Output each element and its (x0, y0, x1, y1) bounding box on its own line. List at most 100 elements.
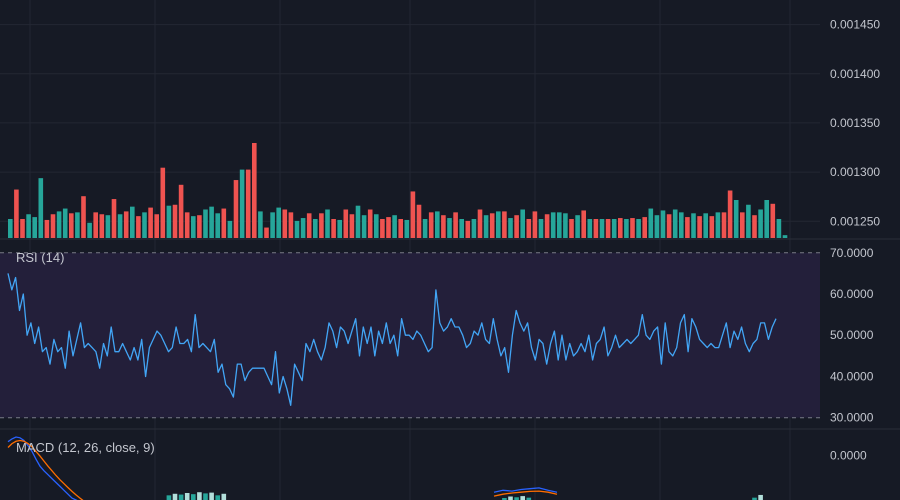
volume-bar (477, 209, 483, 238)
volume-bar (575, 215, 580, 238)
rsi-pane[interactable] (0, 252, 820, 419)
volume-bar (20, 219, 25, 238)
macd-histogram-bar (178, 494, 184, 500)
volume-bar (526, 219, 532, 238)
macd-axis[interactable]: 0.0000 (830, 448, 867, 462)
volume-bar (435, 211, 440, 238)
volume-bar (721, 212, 727, 238)
macd-histogram-bar (203, 493, 208, 500)
volume-bar (32, 217, 37, 238)
volume-bar (380, 219, 385, 238)
macd-indicator-label[interactable]: MACD (12, 26, close, 9) (16, 440, 155, 455)
volume-bar (154, 214, 159, 238)
volume-bar (770, 203, 776, 238)
volume-bar (300, 218, 306, 238)
volume-bar (581, 210, 586, 238)
volume-bar (349, 214, 355, 238)
volume-bar (62, 208, 68, 238)
volume-bar (337, 219, 342, 238)
macd-histogram-bar (221, 493, 227, 500)
volume-bar (599, 219, 605, 238)
volume-bar (142, 212, 147, 238)
volume-bar (520, 209, 525, 238)
volume-bar (453, 212, 458, 238)
volume-bar (87, 222, 92, 238)
volume-bar (392, 215, 397, 238)
volume-bar (386, 217, 391, 238)
volume-bar (75, 212, 80, 238)
volume-bar (672, 209, 678, 238)
volume-bar (166, 205, 172, 238)
volume-bar (648, 208, 654, 238)
volume-bar (709, 216, 715, 238)
volume-bar (398, 219, 403, 238)
volume-bar (605, 219, 611, 238)
volume-bar (288, 212, 294, 238)
volume-bar (740, 212, 745, 238)
volume-bar (306, 213, 312, 238)
volume-bar (666, 214, 672, 238)
rsi-axis-label: 70.0000 (830, 246, 874, 260)
volume-bar (563, 213, 568, 238)
volume-bar (227, 220, 233, 238)
volume-bar (252, 143, 257, 238)
volume-bars[interactable] (8, 143, 788, 238)
volume-bar (38, 178, 44, 238)
volume-bar (264, 227, 269, 238)
volume-bar (93, 212, 98, 238)
volume-bar (111, 199, 117, 238)
volume-bar (691, 213, 696, 238)
volume-bar (81, 196, 86, 238)
volume-bar (355, 205, 361, 238)
volume-bar (319, 213, 324, 238)
volume-bar (660, 210, 666, 238)
volume-bar (447, 218, 452, 238)
macd-signal-segment (493, 490, 558, 497)
volume-bar (428, 212, 434, 238)
volume-bar (544, 214, 550, 238)
volume-bar (258, 211, 263, 238)
volume-bar (123, 211, 129, 238)
volume-bar (764, 200, 769, 238)
volume-bar (245, 169, 251, 238)
grid-lines (0, 0, 900, 500)
volume-bar (105, 215, 111, 238)
volume-bar (215, 213, 220, 238)
volume-bar (569, 219, 574, 238)
volume-bar (441, 215, 446, 238)
price-axis-label: 0.001450 (830, 18, 880, 32)
volume-bar (630, 218, 635, 238)
macd-histogram-bar (209, 492, 214, 500)
price-axis[interactable]: 0.001450 0.001400 0.001350 0.001300 0.001250 (830, 18, 880, 229)
volume-bar (270, 212, 275, 238)
volume-bar (496, 211, 501, 238)
rsi-axis-label: 50.0000 (830, 328, 874, 342)
volume-bar (14, 189, 19, 238)
volume-bar (593, 219, 599, 238)
volume-bar (733, 200, 739, 238)
volume-bar (343, 209, 349, 238)
rsi-axis[interactable]: 70.0000 60.0000 50.0000 40.0000 30.0000 (830, 246, 874, 425)
volume-bar (642, 217, 647, 238)
volume-bar (203, 209, 208, 238)
volume-bar (624, 219, 629, 238)
volume-bar (367, 209, 373, 238)
rsi-indicator-label[interactable]: RSI (14) (16, 250, 64, 265)
volume-bar (636, 219, 641, 238)
volume-bar (483, 215, 489, 238)
volume-bar (679, 212, 684, 238)
volume-bar (117, 214, 123, 238)
volume-bar (191, 216, 196, 238)
volume-bar (514, 215, 519, 238)
trading-chart[interactable]: 0.001450 0.001400 0.001350 0.001300 0.001250… (0, 0, 900, 500)
macd-histogram-bar (184, 493, 190, 500)
price-axis-label: 0.001300 (830, 165, 880, 179)
volume-bar (538, 219, 544, 238)
macd-histogram-bar (172, 493, 178, 500)
volume-bar (197, 215, 202, 238)
volume-bar (276, 207, 281, 238)
price-axis-label: 0.001400 (830, 67, 880, 81)
chart-canvas[interactable]: 0.001450 0.001400 0.001350 0.001300 0.001250… (0, 0, 900, 500)
volume-bar (758, 209, 763, 238)
volume-bar (776, 219, 782, 238)
